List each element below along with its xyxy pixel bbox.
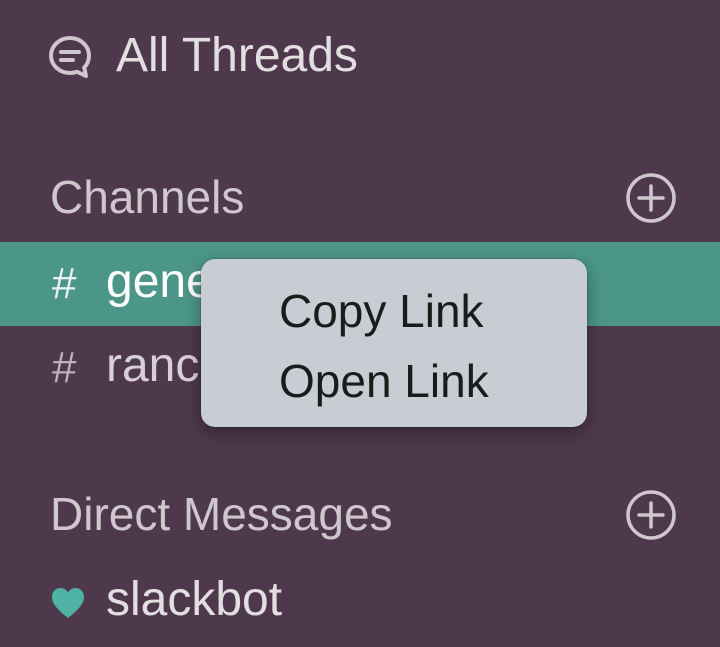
channel-hash-icon: #	[52, 343, 77, 392]
add-channel-icon[interactable]	[624, 171, 678, 225]
channel-name: ranc	[106, 339, 200, 392]
menu-item-label: Copy Link	[279, 285, 484, 337]
all-threads-item[interactable]: All Threads	[0, 22, 720, 90]
direct-messages-title[interactable]: Direct Messages	[50, 486, 393, 542]
menu-item-copy-link[interactable]: Copy Link	[201, 275, 587, 345]
menu-item-open-link[interactable]: Open Link	[201, 345, 587, 415]
channel-name: gene	[106, 255, 213, 308]
channels-title[interactable]: Channels	[50, 169, 244, 225]
threads-icon	[46, 33, 94, 81]
all-threads-label: All Threads	[116, 29, 358, 82]
direct-messages-header: Direct Messages	[0, 480, 720, 550]
channels-header: Channels	[0, 163, 720, 233]
add-direct-message-icon[interactable]	[624, 488, 678, 542]
heart-icon	[50, 586, 86, 620]
channel-hash-icon: #	[52, 259, 77, 308]
sidebar: All Threads Channels # gene # ranc Direc…	[0, 0, 720, 647]
dm-item-slackbot[interactable]: slackbot	[0, 564, 720, 642]
dm-name: slackbot	[106, 573, 283, 626]
context-menu: Copy Link Open Link	[201, 259, 587, 427]
menu-item-label: Open Link	[279, 355, 489, 407]
